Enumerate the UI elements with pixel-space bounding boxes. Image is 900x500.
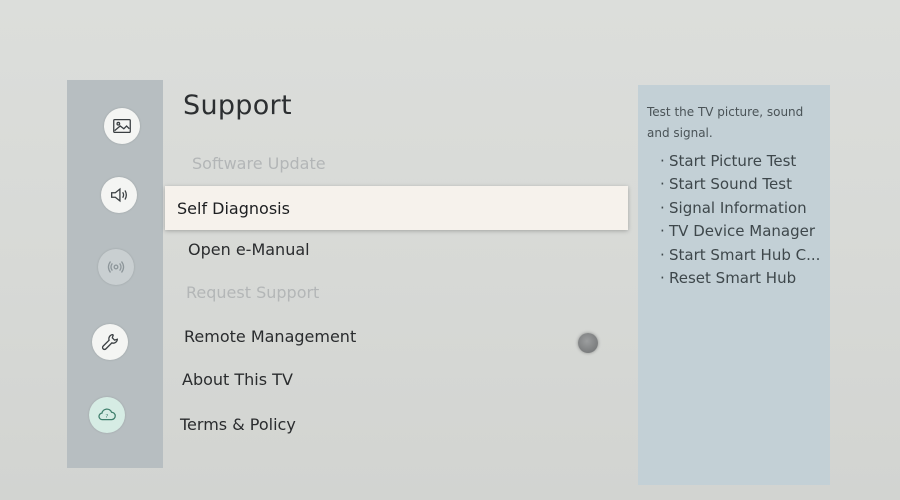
list-item: Signal Information — [660, 197, 820, 221]
support-cloud-icon[interactable]: ? — [89, 397, 125, 433]
page-title: Support — [183, 90, 292, 121]
list-item: Start Sound Test — [660, 173, 820, 197]
picture-icon[interactable] — [104, 108, 140, 144]
info-panel-description: Test the TV picture, sound and signal. — [647, 105, 804, 140]
menu-item-terms-policy[interactable]: Terms & Policy — [180, 415, 296, 434]
menu-item-open-e-manual[interactable]: Open e-Manual — [188, 240, 310, 259]
info-panel-options: Start Picture Test Start Sound Test Sign… — [660, 150, 820, 291]
menu-item-label: Self Diagnosis — [177, 198, 290, 218]
list-item: TV Device Manager — [660, 220, 820, 244]
list-item: Start Smart Hub C... — [660, 244, 820, 268]
menu-item-software-update: Software Update — [192, 154, 326, 173]
broadcast-icon[interactable] — [98, 249, 134, 285]
sound-icon[interactable] — [101, 177, 137, 213]
wrench-icon[interactable] — [92, 324, 128, 360]
list-item: Reset Smart Hub — [660, 267, 820, 291]
menu-item-request-support: Request Support — [186, 283, 320, 302]
info-panel: Test the TV picture, sound and signal. S… — [638, 85, 830, 485]
menu-item-about-this-tv[interactable]: About This TV — [182, 370, 293, 389]
svg-text:?: ? — [105, 414, 108, 420]
category-rail: ? — [67, 80, 163, 468]
list-item: Start Picture Test — [660, 150, 820, 174]
menu-item-self-diagnosis[interactable]: Self Diagnosis — [165, 186, 628, 230]
remote-pointer-dot — [578, 333, 598, 353]
tv-settings-screen: ? Support Software Update Self Diagnosis… — [0, 0, 900, 500]
menu-item-remote-management[interactable]: Remote Management — [184, 327, 356, 346]
